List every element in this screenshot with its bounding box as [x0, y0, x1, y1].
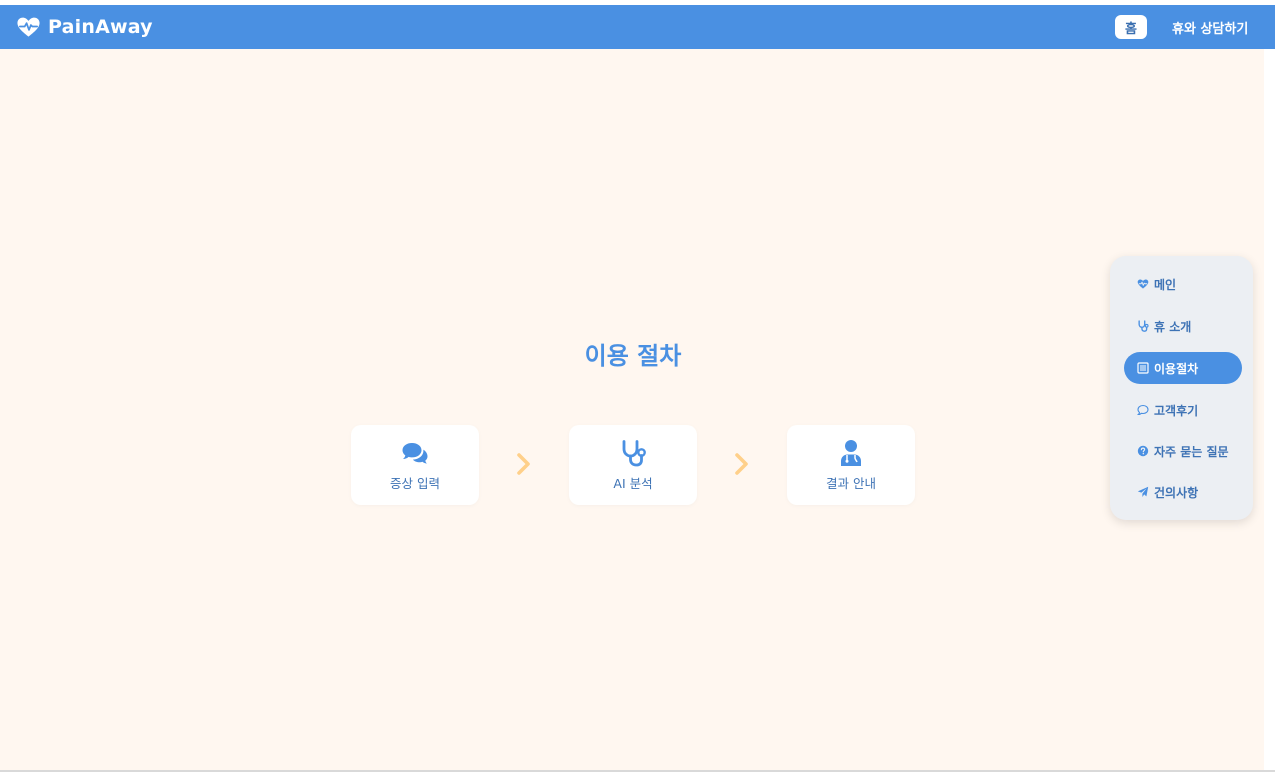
comment-icon: [1137, 404, 1149, 416]
page: PainAway 홈 휴와 상담하기 이용 절차 증상 입력 AI 분석 결과 …: [0, 0, 1275, 772]
heart-pulse-icon: [1137, 278, 1149, 290]
brand-name: PainAway: [48, 16, 153, 38]
nav-consult-link[interactable]: 휴와 상담하기: [1172, 5, 1248, 49]
sidebar-item-label: 고객후기: [1154, 403, 1199, 418]
step-card-result-guide: 결과 안내: [787, 425, 915, 505]
sidebar-item-label: 메인: [1154, 277, 1177, 292]
chevron-right-icon: [517, 453, 530, 475]
brand-logo[interactable]: PainAway: [16, 5, 153, 49]
heart-pulse-icon: [16, 16, 41, 38]
question-circle-icon: [1137, 445, 1149, 457]
sidebar-item-label: 건의사항: [1154, 485, 1199, 500]
step-label: 증상 입력: [390, 476, 440, 491]
sidebar-item-suggestions[interactable]: 건의사항: [1124, 476, 1242, 508]
list-icon: [1137, 362, 1149, 374]
floating-sidebar-nav: 메인 휴 소개 이용절차 고객후기 자주 묻는 질문 건의사항: [1110, 256, 1253, 520]
section-title: 이용 절차: [584, 342, 682, 370]
nav-home-button[interactable]: 홈: [1115, 15, 1147, 39]
sidebar-item-label: 휴 소개: [1154, 319, 1192, 334]
step-label: AI 분석: [613, 476, 653, 491]
doctor-icon: [787, 439, 915, 467]
sidebar-item-procedure[interactable]: 이용절차: [1124, 352, 1242, 384]
paper-plane-icon: [1137, 486, 1149, 498]
step-card-ai-analysis: AI 분석: [569, 425, 697, 505]
step-label: 결과 안내: [826, 476, 876, 491]
sidebar-item-main[interactable]: 메인: [1124, 268, 1242, 300]
comments-icon: [351, 439, 479, 467]
sidebar-item-about[interactable]: 휴 소개: [1124, 310, 1242, 342]
sidebar-item-label: 이용절차: [1154, 361, 1199, 376]
sidebar-item-faq[interactable]: 자주 묻는 질문: [1124, 435, 1242, 467]
top-navbar: PainAway 홈 휴와 상담하기: [0, 5, 1275, 49]
sidebar-item-label: 자주 묻는 질문: [1154, 444, 1229, 459]
stethoscope-icon: [1137, 320, 1149, 332]
sidebar-item-reviews[interactable]: 고객후기: [1124, 394, 1242, 426]
step-card-symptom-input: 증상 입력: [351, 425, 479, 505]
chevron-right-icon: [735, 453, 748, 475]
stethoscope-icon: [569, 439, 697, 467]
window-right-edge: [1264, 49, 1275, 772]
